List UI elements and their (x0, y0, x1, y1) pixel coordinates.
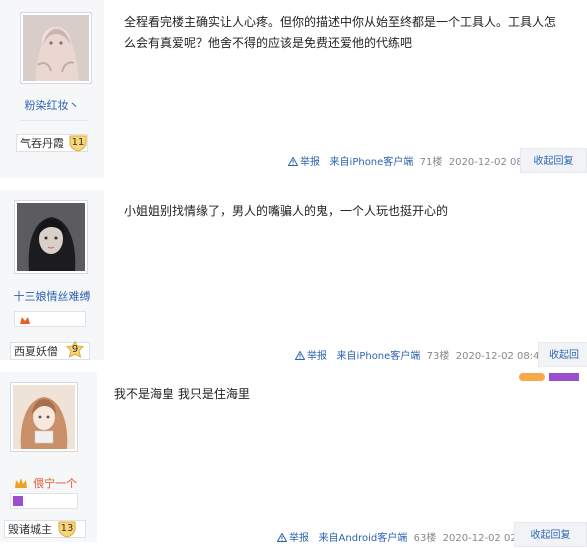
medal-icon (13, 496, 23, 506)
client-source[interactable]: 来自iPhone客户端 (330, 157, 414, 168)
level-number: 13 (60, 523, 74, 534)
level-badge[interactable]: 9 (65, 341, 85, 359)
level-number: 9 (71, 344, 79, 355)
collapse-replies-button[interactable]: 收起回 (538, 342, 587, 367)
gift-icon[interactable] (519, 373, 545, 381)
divider (20, 120, 88, 121)
title-badge-label: 气吞丹霞 (20, 137, 64, 150)
title-badge-label: 西夏妖僧 (14, 345, 58, 358)
avatar-image (13, 385, 75, 449)
username-link[interactable]: 十三娘情丝难缚 (0, 288, 104, 304)
level-badge[interactable]: 11 (68, 134, 88, 152)
medal-badge[interactable] (10, 493, 78, 509)
tag-icon[interactable] (549, 373, 579, 381)
medal-badge[interactable] (14, 311, 86, 327)
post-tail: 举报 来自iPhone客户端 73楼 2020-12-02 08:46 (295, 347, 546, 362)
post-tail: 举报 来自iPhone客户端 71楼 2020-12-02 08:16 (288, 153, 539, 168)
medal-icon (20, 317, 30, 324)
floor-number: 71楼 (419, 157, 443, 168)
avatar[interactable] (10, 382, 78, 452)
avatar-image (23, 15, 89, 81)
report-link[interactable]: 举报 (277, 533, 312, 544)
post-63: 偎宁一个 毁诸城主 13 我不是海皇 我只是住海里 举报 来自Android客户… (0, 372, 587, 547)
warning-triangle-icon (288, 157, 298, 166)
username-link[interactable]: 粉染红妆丶 (0, 97, 104, 113)
avatar-image (17, 203, 85, 271)
title-badge-label: 毁诸城主 (8, 523, 52, 536)
vip-crown-icon (15, 478, 27, 488)
floor-number: 63楼 (413, 533, 437, 544)
post-time: 2020-12-02 08:46 (455, 351, 546, 362)
post-content: 小姐姐别找情缘了，男人的嘴骗人的鬼，一个人玩也挺开心的 (124, 204, 449, 218)
report-link[interactable]: 举报 (288, 157, 323, 168)
warning-triangle-icon (295, 351, 305, 360)
vip-user-link[interactable]: 偎宁一个 (14, 472, 77, 491)
report-link[interactable]: 举报 (295, 351, 330, 362)
collapse-replies-button[interactable]: 收起回复 (520, 148, 587, 173)
avatar[interactable] (20, 12, 92, 84)
toolbar-strip (515, 372, 587, 382)
post-content: 全程看完楼主确实让人心疼。但你的描述中你从始至终都是一个工具人。工具人怎么会有真… (124, 15, 557, 50)
post-content: 我不是海皇 我只是住海里 (114, 387, 250, 401)
level-number: 11 (71, 137, 85, 148)
avatar[interactable] (14, 200, 88, 274)
post-73: 十三娘情丝难缚 西夏妖僧 9 小姐姐别找情缘了，男人的嘴骗人的鬼，一个人玩也挺开… (0, 190, 587, 367)
collapse-replies-button[interactable]: 收起回复 (514, 522, 587, 547)
level-badge[interactable]: 13 (57, 520, 77, 538)
warning-triangle-icon (277, 533, 287, 542)
username-link[interactable]: 偎宁一个 (33, 477, 77, 490)
client-source[interactable]: 来自iPhone客户端 (337, 351, 421, 362)
post-71: 粉染红妆丶 气吞丹霞 11 全程看完楼主确实让人心疼。但你的描述中你从始至终都是… (0, 0, 587, 178)
floor-number: 73楼 (426, 351, 450, 362)
client-source[interactable]: 来自Android客户端 (319, 533, 408, 544)
